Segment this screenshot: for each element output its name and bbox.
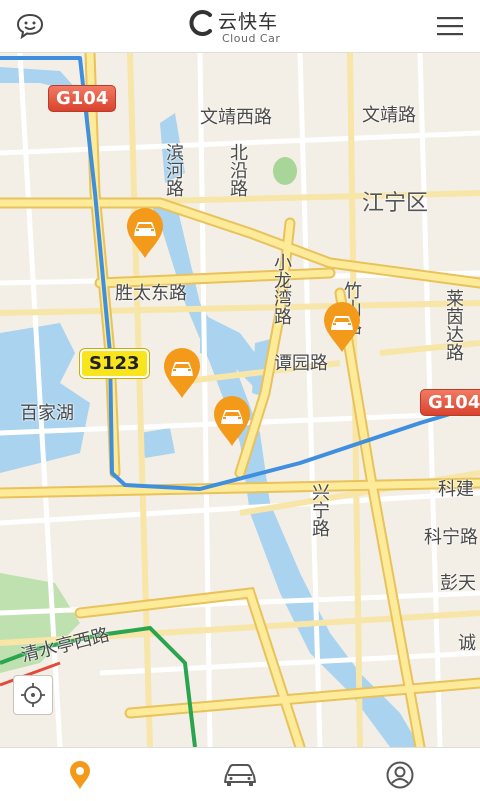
road-label: 莱茵达路: [443, 289, 464, 361]
road-label: 科建: [438, 479, 474, 500]
logo-text-en: Cloud Car: [222, 32, 281, 45]
road-label: 文靖西路: [200, 107, 272, 128]
logo-c-mark: [189, 10, 212, 36]
lake-label: 百家湖: [20, 403, 74, 424]
car-pin-icon: [324, 302, 360, 352]
car-marker[interactable]: [322, 302, 362, 354]
road-label: 彭天: [440, 573, 476, 594]
chat-button[interactable]: [4, 0, 56, 52]
road-label: 诚: [458, 633, 476, 654]
car-marker[interactable]: [125, 208, 165, 260]
car-pin-icon: [214, 396, 250, 446]
road-label: 科宁路: [424, 527, 478, 548]
road-label: 兴宁路: [309, 483, 330, 537]
car-icon: [224, 763, 256, 786]
bottom-tab-bar: [0, 747, 480, 801]
road-label: 小龙湾路: [271, 253, 292, 325]
car-pin-icon: [164, 348, 200, 398]
road-label: 胜太东路: [115, 283, 187, 304]
road-label: 谭园路: [274, 353, 328, 374]
road-label: 滨河路: [163, 143, 184, 197]
locate-me-button[interactable]: [13, 675, 53, 715]
app-logo: 云快车 Cloud Car: [186, 4, 306, 48]
tab-car[interactable]: [160, 748, 320, 801]
app-header: 云快车 Cloud Car: [0, 0, 480, 53]
highway-shield: G104: [420, 389, 480, 416]
car-marker[interactable]: [212, 396, 252, 448]
highway-shield: S123: [80, 349, 149, 378]
tab-map[interactable]: [0, 748, 160, 801]
chat-smile-icon: [16, 13, 44, 40]
road-label: 文靖路: [362, 105, 416, 126]
road-label: 北沿路: [227, 143, 248, 197]
menu-icon: [437, 17, 463, 36]
car-pin-icon: [127, 208, 163, 258]
highway-shield: G104: [48, 85, 117, 112]
logo-text-cn: 云快车: [218, 11, 279, 33]
location-pin-icon: [70, 760, 90, 789]
tab-profile[interactable]: [320, 748, 480, 801]
menu-button[interactable]: [424, 0, 476, 52]
district-label: 江宁区: [362, 191, 429, 216]
map-view[interactable]: 文靖西路 文靖路 滨河路 北沿路 江宁区 胜太东路 小龙湾路 竹山路 莱茵达路 …: [0, 53, 480, 747]
car-marker[interactable]: [162, 348, 202, 400]
crosshair-icon: [21, 683, 45, 707]
user-icon: [386, 761, 414, 788]
